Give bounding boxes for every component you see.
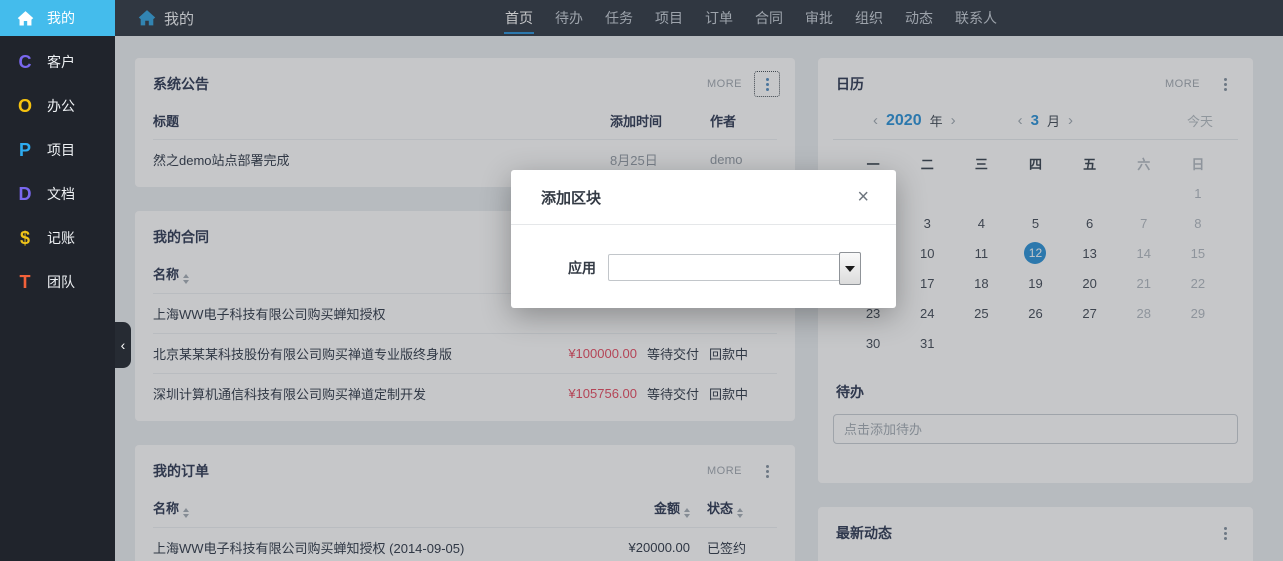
sidebar-item-doc[interactable]: D 文档 [0,172,115,216]
app-select[interactable] [608,252,861,285]
sidebar-item-project[interactable]: P 项目 [0,128,115,172]
sidebar-collapse-handle[interactable]: ‹ [115,322,131,368]
oa-app-icon: O [17,95,32,116]
sidebar: 我的 C 客户 O 办公 P 项目 D 文档 $ 记账 T 团队 [0,0,115,561]
sidebar-item-crm[interactable]: C 客户 [0,40,115,84]
sidebar-item-label: 项目 [47,142,75,158]
caret-down-icon [845,265,855,272]
sidebar-item-label: 文档 [47,186,75,202]
sidebar-item-label: 团队 [47,274,75,290]
crm-app-icon: C [18,51,32,72]
project-app-icon: P [18,139,31,160]
sidebar-item-my[interactable]: 我的 [0,0,115,36]
select-dropdown-button[interactable] [839,252,861,285]
close-icon[interactable]: × [857,187,869,207]
sidebar-item-label: 我的 [47,10,75,26]
app-field-label: 应用 [568,259,596,276]
sidebar-item-label: 客户 [47,54,75,70]
sidebar-item-oa[interactable]: O 办公 [0,84,115,128]
cash-app-icon: $ [19,227,30,248]
doc-app-icon: D [18,183,32,204]
sidebar-item-label: 办公 [47,98,75,114]
dialog-title: 添加区块 [541,189,602,207]
chevron-left-icon: ‹ [120,337,126,353]
sidebar-item-team[interactable]: T 团队 [0,260,115,304]
team-app-icon: T [19,271,31,292]
sidebar-item-label: 记账 [47,230,75,246]
add-block-dialog: 添加区块 × 应用 [511,170,896,308]
home-icon [13,8,37,29]
sidebar-item-cash[interactable]: $ 记账 [0,216,115,260]
